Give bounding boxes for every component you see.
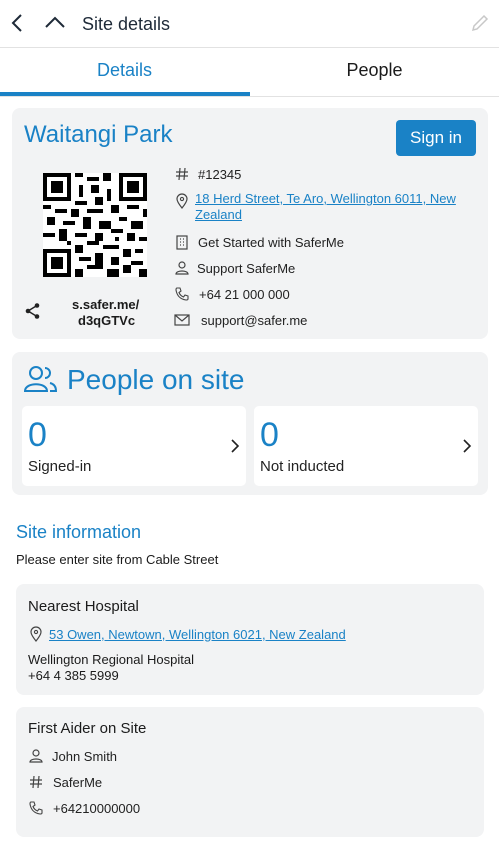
location-pin-icon xyxy=(172,191,192,211)
people-on-site-title: People on site xyxy=(67,364,245,395)
site-information-heading: Site information xyxy=(16,522,142,542)
phone-number[interactable]: +64 21 000 000 xyxy=(199,287,290,302)
sign-in-button[interactable]: Sign in xyxy=(396,120,476,156)
qr-code[interactable] xyxy=(43,173,147,282)
first-aider-organisation: SaferMe xyxy=(53,774,103,790)
hospital-address[interactable]: 53 Owen, Newtown, Wellington 6021, New Z… xyxy=(49,627,346,642)
edit-pencil-icon[interactable] xyxy=(470,13,490,38)
phone-icon xyxy=(26,798,46,818)
contact-name: Support SaferMe xyxy=(197,260,296,276)
phone-icon xyxy=(172,284,192,304)
site-address-line2[interactable]: Zealand xyxy=(195,207,456,223)
page-title: Site details xyxy=(82,14,171,34)
short-link-line2: d3qGTVc xyxy=(78,313,136,328)
organisation-name: Get Started with SaferMe xyxy=(198,234,344,250)
signed-in-label: Signed-in xyxy=(28,458,92,475)
hash-icon xyxy=(172,164,192,184)
first-aider-phone[interactable]: +64210000000 xyxy=(53,801,140,816)
first-aider-name-row: John Smith xyxy=(26,746,117,766)
tab-bar: Details People xyxy=(0,48,499,97)
first-aider-org-row: SaferMe xyxy=(26,772,102,792)
first-aider-name: John Smith xyxy=(52,748,118,764)
site-address-row[interactable]: 18 Herd Street, Te Aro, Wellington 6011,… xyxy=(172,191,456,223)
hospital-name: Wellington Regional Hospital xyxy=(28,652,194,667)
email-row[interactable]: support@safer.me xyxy=(172,310,307,330)
short-link-line1: s.safer.me/ xyxy=(72,297,140,312)
share-icon[interactable] xyxy=(24,302,42,325)
person-icon xyxy=(26,746,46,766)
not-inducted-count: 0 xyxy=(260,416,279,454)
first-aider-phone-row[interactable]: +64210000000 xyxy=(26,798,140,818)
mail-icon xyxy=(172,310,192,330)
tab-people[interactable]: People xyxy=(250,48,499,93)
tab-details[interactable]: Details xyxy=(0,48,249,93)
chevron-right-icon xyxy=(462,438,472,459)
building-icon xyxy=(172,232,192,252)
signed-in-count: 0 xyxy=(28,416,47,454)
nearest-hospital-heading: Nearest Hospital xyxy=(28,598,139,615)
site-id-row: #12345 xyxy=(172,164,241,184)
chevron-up-icon[interactable] xyxy=(44,14,66,35)
first-aider-heading: First Aider on Site xyxy=(28,720,147,737)
not-inducted-label: Not inducted xyxy=(260,458,345,475)
site-instructions: Please enter site from Cable Street xyxy=(16,552,219,567)
people-group-icon xyxy=(23,364,58,399)
back-icon[interactable] xyxy=(8,12,28,39)
organisation-row: Get Started with SaferMe xyxy=(172,232,344,252)
phone-row[interactable]: +64 21 000 000 xyxy=(172,284,290,304)
hospital-phone: +64 4 385 5999 xyxy=(28,668,119,683)
chevron-right-icon xyxy=(230,438,240,459)
hash-icon xyxy=(26,772,46,792)
location-pin-icon xyxy=(26,624,46,644)
site-address-line1[interactable]: 18 Herd Street, Te Aro, Wellington 6011,… xyxy=(195,191,456,207)
contact-row: Support SaferMe xyxy=(172,258,295,278)
site-id: #12345 xyxy=(198,166,242,182)
person-icon xyxy=(172,258,192,278)
site-name: Waitangi Park xyxy=(24,121,173,148)
email-address[interactable]: support@safer.me xyxy=(201,313,307,328)
top-bar: Site details xyxy=(0,0,499,48)
hospital-address-row[interactable]: 53 Owen, Newtown, Wellington 6021, New Z… xyxy=(26,624,346,644)
active-tab-indicator xyxy=(0,92,250,96)
